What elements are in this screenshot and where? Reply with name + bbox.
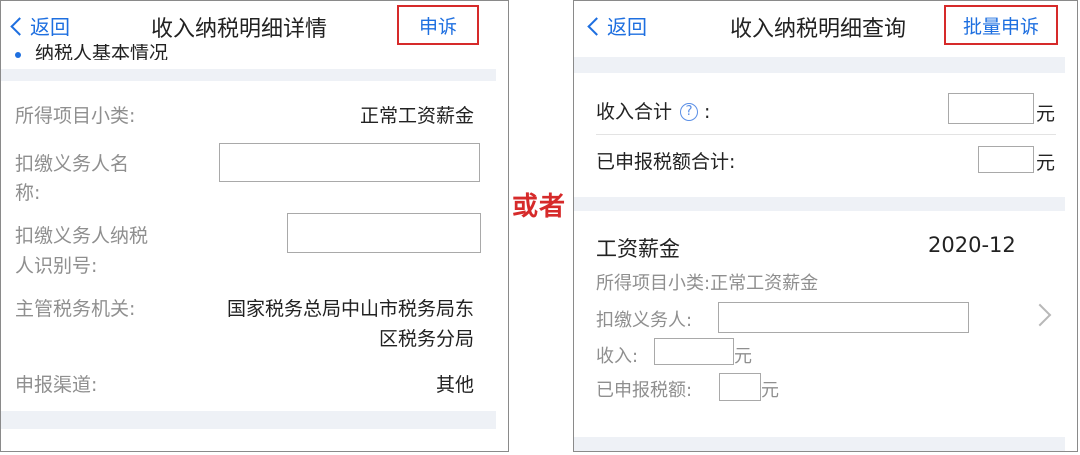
back-label: 返回	[607, 15, 647, 39]
section-dot-icon	[15, 52, 21, 58]
batch-appeal-button[interactable]: 批量申诉	[944, 5, 1058, 45]
chevron-left-icon	[587, 16, 606, 36]
record-income-field	[654, 338, 734, 365]
record-declared-tax-unit: 元	[761, 380, 779, 401]
bottom-separator	[574, 437, 1065, 451]
filing-channel-value: 其他	[435, 374, 474, 396]
withholder-taxid-label-line1: 扣缴义务人纳税	[15, 225, 149, 247]
income-total-label: 收入合计	[596, 101, 673, 123]
chevron-left-icon	[10, 16, 29, 36]
section-header: 纳税人基本情况	[15, 44, 315, 60]
filing-channel-label: 申报渠道:	[15, 374, 98, 396]
record-income-unit: 元	[734, 346, 752, 367]
nav-bar: 返回 收入纳税明细查询 批量申诉	[574, 1, 1077, 55]
record-date: 2020-12	[928, 233, 1016, 257]
chevron-right-icon	[1028, 303, 1052, 327]
tax-authority-value-line2: 区税务分局	[378, 328, 474, 350]
income-total-unit: 元	[1036, 103, 1056, 125]
or-label: 或者	[512, 192, 567, 222]
bottom-separator	[1, 411, 496, 429]
subcategory-label: 所得项目小类:	[15, 105, 136, 127]
withholder-taxid-field	[287, 213, 481, 253]
record-subcategory-label: 所得项目小类:	[596, 273, 711, 294]
record-declared-tax-field	[719, 373, 761, 401]
declared-tax-total-label: 已申报税额合计:	[596, 151, 736, 173]
separator	[574, 197, 1065, 211]
record-subcategory-value: 正常工资薪金	[710, 273, 819, 294]
page-title: 收入纳税明细详情	[151, 17, 328, 42]
separator	[1, 69, 496, 81]
record-withholder-field	[718, 302, 969, 333]
row-divider	[596, 134, 1056, 135]
subcategory-value: 正常工资薪金	[359, 105, 474, 127]
income-total-field	[948, 93, 1034, 124]
declared-tax-total-field	[978, 146, 1034, 173]
page-title: 收入纳税明细查询	[730, 17, 907, 42]
tax-authority-value-line1: 国家税务总局中山市税务局东	[226, 298, 474, 320]
back-label: 返回	[30, 15, 70, 39]
withholder-name-label-line1: 扣缴义务人名	[15, 153, 130, 175]
record-withholder-label: 扣缴义务人:	[596, 310, 693, 331]
back-button[interactable]: 返回	[10, 11, 70, 40]
record-income-label: 收入:	[596, 346, 639, 367]
withholder-name-label-line2: 称:	[15, 182, 41, 204]
separator	[574, 57, 1065, 73]
record-declared-tax-label: 已申报税额:	[596, 380, 693, 401]
query-screen: 返回 收入纳税明细查询 批量申诉 收入合计?: 元 已申报税额合计: 元 工资薪…	[573, 0, 1078, 452]
section-header-label: 纳税人基本情况	[35, 44, 169, 60]
tax-authority-label: 主管税务机关:	[15, 298, 136, 320]
record-subcategory: 所得项目小类:正常工资薪金	[596, 269, 818, 295]
back-button[interactable]: 返回	[587, 11, 647, 40]
withholder-taxid-label-line2: 人识别号:	[15, 255, 98, 277]
record-title: 工资薪金	[596, 237, 680, 261]
appeal-button[interactable]: 申诉	[397, 5, 479, 45]
income-total-row: 收入合计?:	[596, 97, 710, 124]
detail-screen: 返回 收入纳税明细详情 申诉 纳税人基本情况 所得项目小类: 正常工资薪金 扣缴…	[0, 0, 509, 452]
declared-tax-total-unit: 元	[1036, 152, 1056, 174]
withholder-name-field	[219, 143, 480, 182]
help-icon[interactable]: ?	[680, 102, 699, 121]
income-total-colon: :	[704, 101, 711, 123]
